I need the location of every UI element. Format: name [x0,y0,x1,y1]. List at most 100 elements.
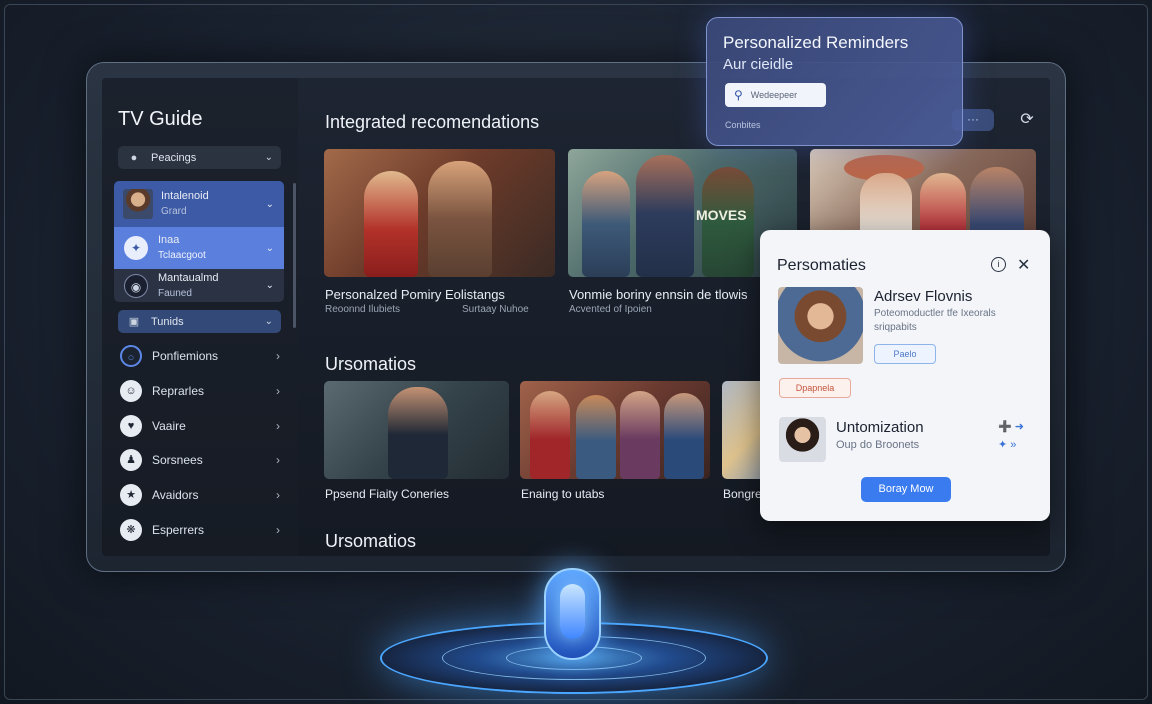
dropdown-peacings-label: Peacings [151,151,197,164]
microphone-button[interactable] [544,568,601,660]
circle-icon: ○ [120,345,142,367]
person-icon: ♟ [120,449,142,471]
award-icon: ★ [120,484,142,506]
customization-sub: Oup do Broonets [836,439,920,451]
personalities-card: Persomaties i ✕ Adrsev Flovnis Poteomodu… [760,230,1050,521]
sidebar: TV Guide ● Peacings ⌄ Intalenoid Grard ⌄… [102,78,298,556]
chevron-down-icon: ⌄ [264,316,273,327]
calendar-icon: ▣ [128,315,140,328]
sidebar-item-ponfiemions[interactable]: ○ Ponfiemions › [120,342,280,370]
expanded-item-1-sub: Grard [161,206,187,217]
reminders-subtitle: Aur cieidle [723,56,794,73]
poster-figure [664,393,704,479]
sidebar-item-esperrers[interactable]: ❋ Esperrers › [120,516,280,544]
sidebar-item-label: Esperrers [152,523,205,537]
chevron-right-icon: › [276,488,280,502]
arrow-controls[interactable]: ➕ ➜ ✦ » [998,418,1024,454]
arrow-right-icon[interactable]: ➜ [1015,421,1024,433]
card-title: Personalzed Pomiry Eolistangs [325,287,505,302]
person-photo [779,417,826,462]
primary-action-button[interactable]: Boray Mow [861,477,951,502]
poster-figure [530,391,570,479]
double-arrow-icon[interactable]: » [1010,439,1016,451]
poster-figure [388,387,448,479]
dropdown-peacings[interactable]: ● Peacings ⌄ [118,146,281,169]
microphone-icon [560,584,585,639]
avatar [123,189,153,219]
chevron-down-icon: ⌄ [264,152,273,163]
sidebar-item-label: Avaidors [152,488,199,502]
card-sub: Surtaay Nuhoe [462,304,529,315]
customization-title: Untomization [836,419,924,436]
expanded-item-2-sub: Tclaacgoot [158,250,206,261]
card-sub: Reoonnd Ilubiets [325,304,401,315]
settings-icon: ❋ [120,519,142,541]
expanded-item-3-sub: Fauned [158,287,192,299]
person-photo [778,287,863,364]
reminders-popup[interactable]: Personalized Reminders Aur cieidle ⚲ Wed… [706,17,963,146]
movie-card[interactable] [324,149,555,277]
people-icon: ● [130,151,138,164]
sidebar-item-label: Sorsnees [152,453,203,467]
reminders-search-input[interactable]: ⚲ Wedeepeer [725,83,826,107]
reminders-title: Personalized Reminders [723,33,909,52]
sidebar-item-label: Vaaire [152,419,186,433]
card-title: Vonmie boriny ennsin de tlowis [569,287,748,302]
expanded-item-3[interactable]: ◉ Mantaualmd Fauned ⌄ [114,269,284,302]
tag-chip[interactable]: Paelo [874,344,936,364]
chevron-right-icon: › [276,523,280,537]
sidebar-item-label: Ponfiemions [152,349,219,363]
sidebar-item-avaidors[interactable]: ★ Avaidors › [120,481,280,509]
search-icon: ⚲ [734,88,743,102]
section-title-row2: Ursomatios [325,354,417,374]
chevron-right-icon: › [276,384,280,398]
personalities-title: Persomaties [777,257,866,274]
dropdown-tunids[interactable]: ▣ Tunids ⌄ [118,310,281,333]
person-description: Poteomoductler tfe Ixeorals sriqpabits [874,308,996,333]
poster-overlay-text: MOVES [696,207,747,223]
section-title-row3: Ursomatios [325,531,417,551]
chevron-right-icon: › [276,453,280,467]
poster-figure [636,155,694,277]
poster-figure [364,171,418,277]
refresh-icon[interactable]: ⟳ [1016,109,1038,131]
expanded-item-3-label: Mantaualmd [158,271,219,284]
chevron-down-icon: ⌄ [265,280,274,291]
close-icon[interactable]: ✕ [1017,255,1030,275]
poster-figure [620,391,660,479]
expanded-item-2[interactable]: ✦ Inaa Tclaacgoot ⌄ [114,227,284,269]
chevron-down-icon: ⌄ [265,242,274,254]
info-icon[interactable]: i [991,257,1006,272]
plus-icon[interactable]: ➕ [998,421,1012,433]
poster-figure [582,171,630,277]
card-sub: Acvented of Ipoien [569,304,652,315]
card-title: Enaing to utabs [521,487,605,501]
section-title-recommendations: Integrated recomendations [325,112,540,132]
card-title: Ppsend Fiaity Coneries [325,487,450,501]
chevron-down-icon: ⌄ [265,198,274,210]
sidebar-item-label: Reprarles [152,384,205,398]
sidebar-item-vaaire[interactable]: ♥ Vaaire › [120,412,280,440]
expanded-item-1-label: Intalenoid [161,190,209,202]
dropdown-tunids-label: Tunids [151,315,184,328]
movie-card[interactable] [520,381,710,479]
poster-figure [428,161,492,277]
sidebar-item-reprarles[interactable]: ☺ Reprarles › [120,377,280,405]
tag-chip[interactable]: Dpapnela [779,378,851,398]
card-title: Bongre [723,487,762,501]
movie-card[interactable] [324,381,509,479]
heart-icon: ♥ [120,415,142,437]
expanded-item-1[interactable]: Intalenoid Grard ⌄ [114,181,284,227]
globe-icon: ◉ [124,273,148,298]
users-icon: ☺ [120,380,142,402]
bird-icon: ✦ [124,236,148,260]
shuffle-icon[interactable]: ✦ [998,439,1007,451]
poster-figure [576,395,616,479]
reminders-footer: Conbites [725,120,761,130]
sidebar-item-sorsnees[interactable]: ♟ Sorsnees › [120,446,280,474]
sidebar-scrollbar[interactable] [293,183,296,328]
chevron-right-icon: › [276,419,280,433]
expanded-item-2-label: Inaa [158,234,180,246]
sidebar-title: TV Guide [118,108,203,130]
chevron-right-icon: › [276,349,280,363]
